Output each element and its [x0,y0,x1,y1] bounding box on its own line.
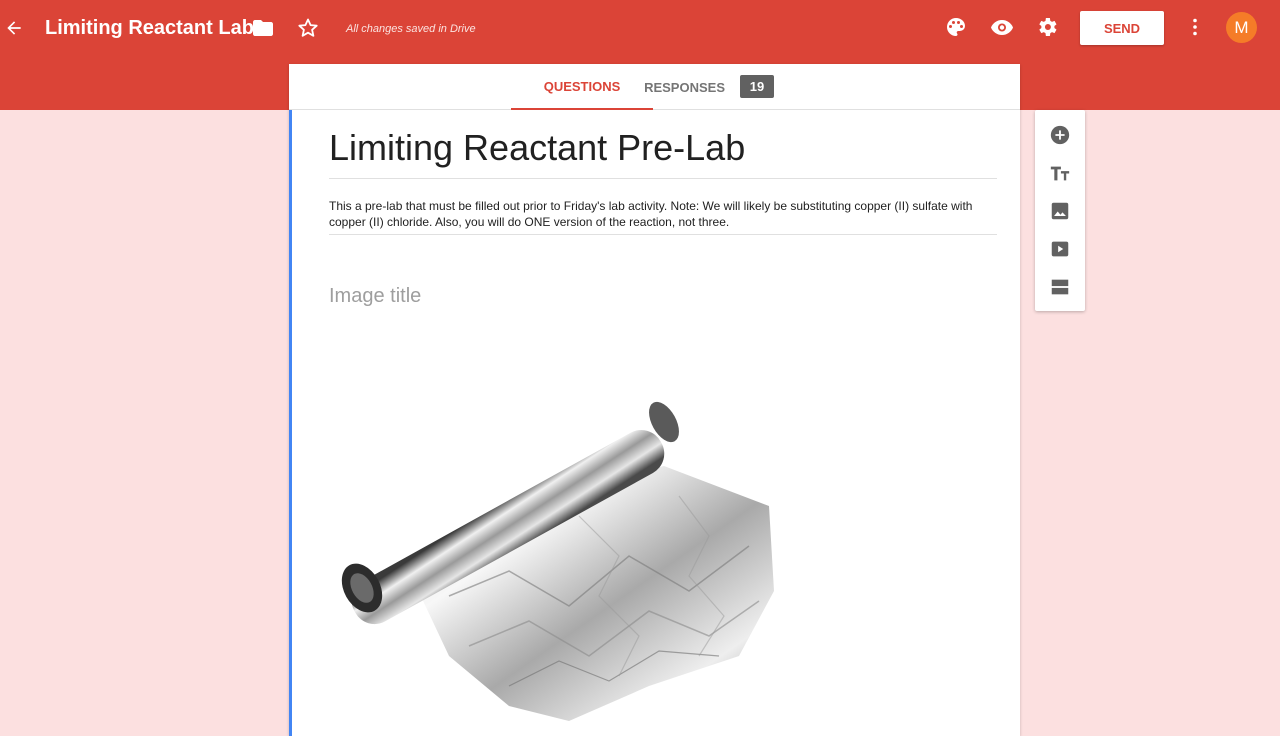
back-arrow-icon[interactable] [2,16,26,40]
responses-count-badge: 19 [740,75,774,98]
send-button[interactable]: SEND [1080,11,1164,45]
image-icon[interactable] [1048,199,1072,223]
form-header-section: Limiting Reactant Pre-Lab This a pre-lab… [289,110,1020,736]
form-title[interactable]: Limiting Reactant Pre-Lab [329,128,997,179]
title-text-icon[interactable] [1048,161,1072,185]
form-card: QUESTIONS RESPONSES 19 Limiting Reactant… [289,64,1020,736]
side-toolbar [1035,110,1085,311]
more-vert-icon[interactable] [1183,15,1207,39]
foil-roll-image [329,356,791,736]
tab-bar: QUESTIONS RESPONSES 19 [289,64,1020,110]
video-icon[interactable] [1048,237,1072,261]
document-title[interactable]: Limiting Reactant Lab [45,15,254,41]
folder-icon[interactable] [251,16,275,40]
star-icon[interactable] [296,16,320,40]
palette-icon[interactable] [944,15,968,39]
section-icon[interactable] [1048,275,1072,299]
form-description[interactable]: This a pre-lab that must be filled out p… [329,198,997,235]
gear-icon[interactable] [1035,15,1059,39]
avatar[interactable]: M [1226,12,1257,43]
eye-icon[interactable] [990,15,1014,39]
save-status: All changes saved in Drive [346,23,476,35]
add-question-icon[interactable] [1048,123,1072,147]
image-title-input[interactable]: Image title [329,284,421,308]
tab-questions[interactable]: QUESTIONS [511,64,653,110]
